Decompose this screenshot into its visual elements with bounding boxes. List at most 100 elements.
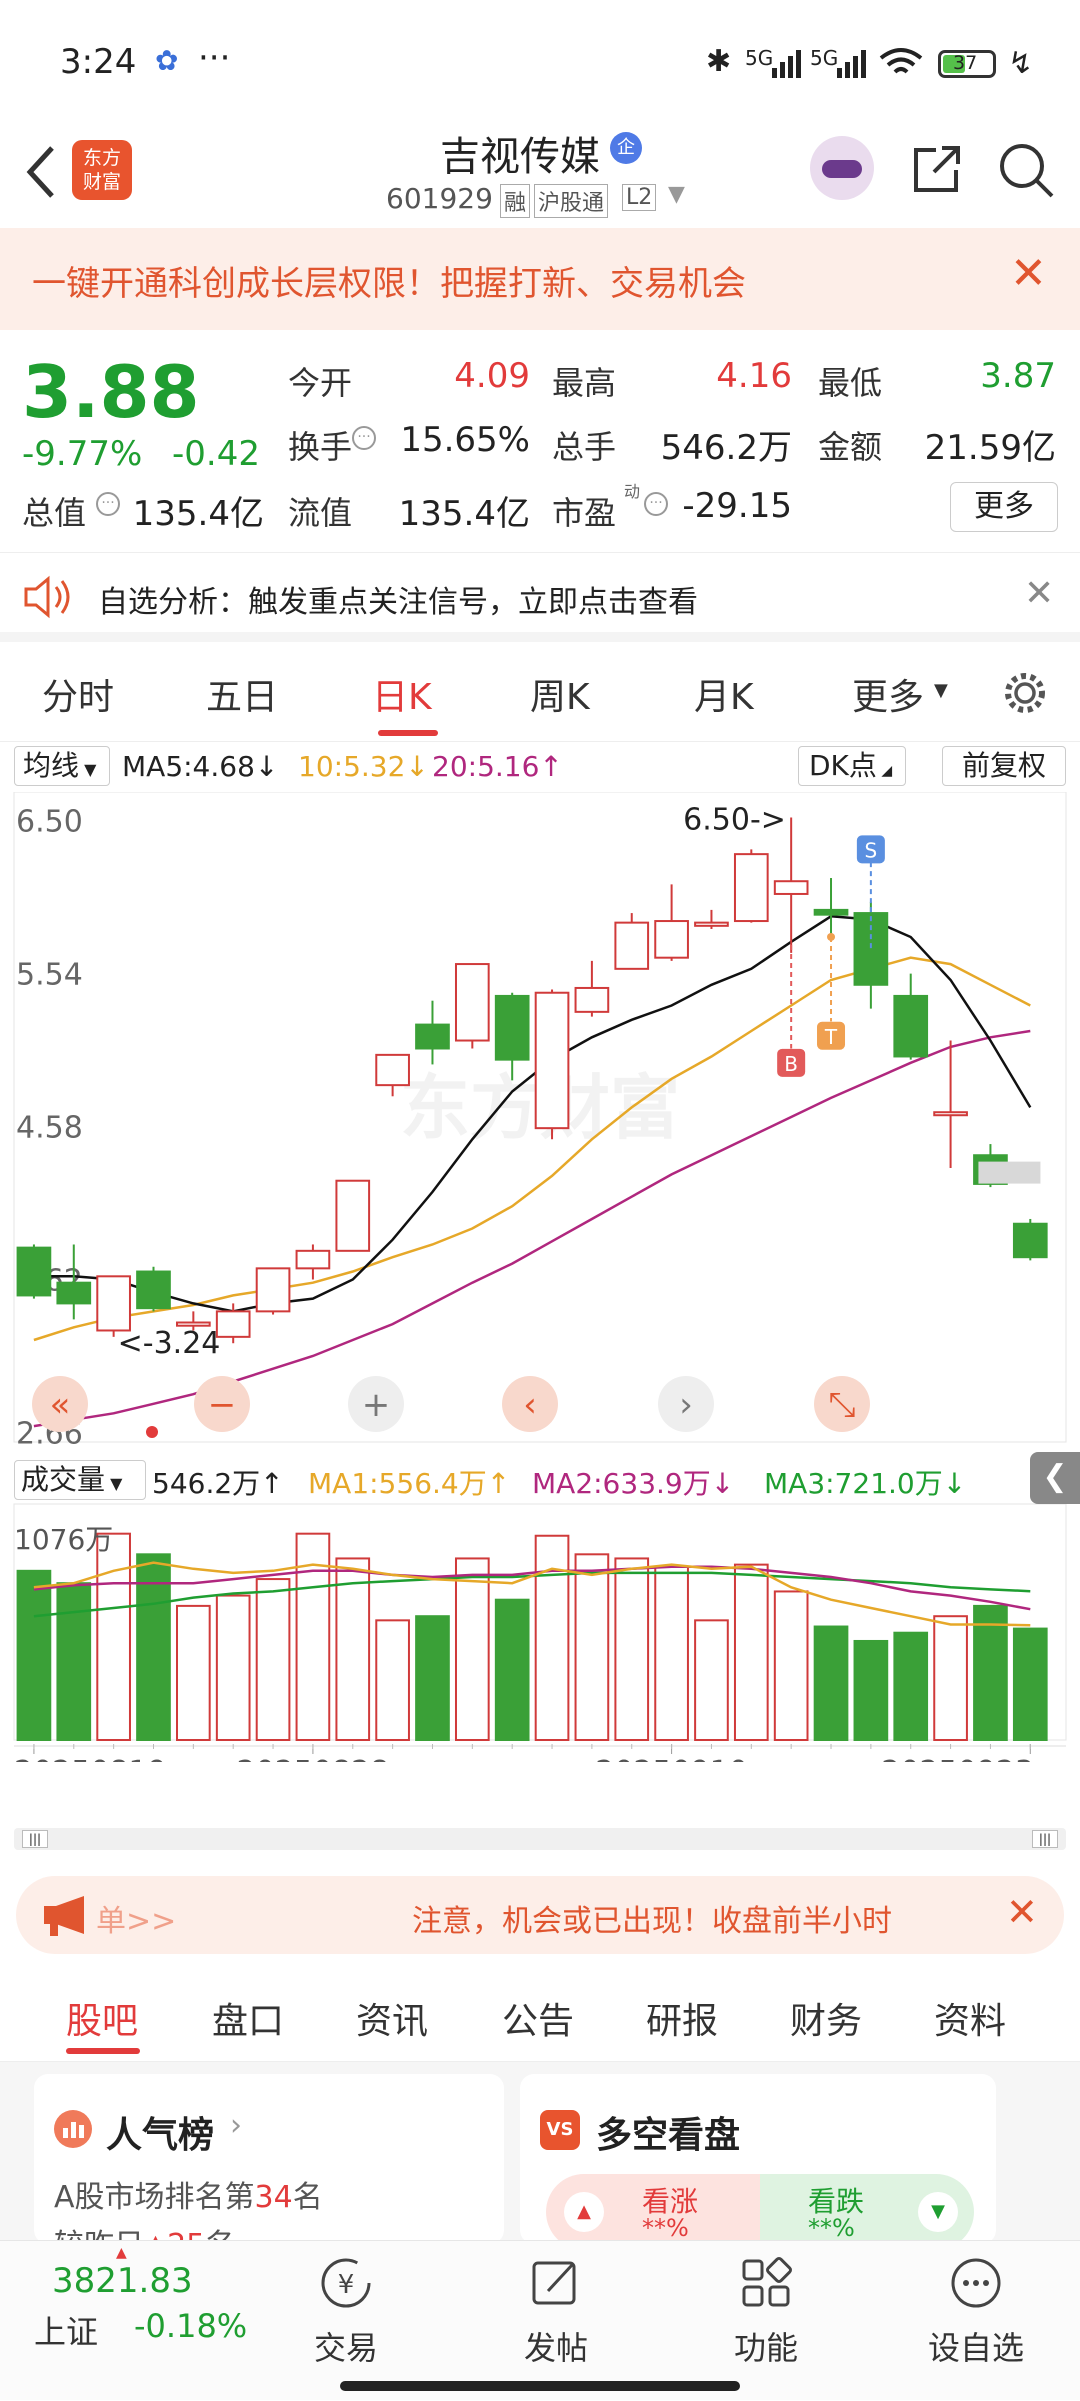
tab-orderbook[interactable]: 盘口 xyxy=(212,1992,284,2044)
volume-legend: 成交量 ▼ xyxy=(0,1458,160,1502)
current-marker xyxy=(978,1161,1041,1184)
nav-trade[interactable]: 交易 xyxy=(276,2323,416,2369)
bear-pct: **% xyxy=(808,2214,855,2242)
tab-forum[interactable]: 股吧 xyxy=(66,1992,138,2044)
volume-bar xyxy=(534,1534,570,1741)
dropdown-icon[interactable]: ▼ xyxy=(668,182,685,207)
tab-indicator xyxy=(66,2048,140,2054)
low-label: 最低 xyxy=(818,364,883,402)
tab-intraday[interactable]: 分时 xyxy=(42,668,114,720)
kline-chart-area[interactable]: 东方财富6.505.544.583.622.666.50-><-3.24BTS«… xyxy=(0,791,1080,1790)
speaker-icon xyxy=(24,575,70,619)
tab-weekly-k[interactable]: 周K xyxy=(530,668,590,720)
popularity-title: 人气榜 xyxy=(106,2115,215,2156)
volume-bar xyxy=(454,1557,490,1741)
trade-icon[interactable]: ¥ xyxy=(276,2255,416,2315)
nav-post[interactable]: 发帖 xyxy=(486,2323,626,2369)
long-short-title: 多空看盘 xyxy=(596,2115,741,2156)
sell-signal-text: S xyxy=(865,838,878,862)
scroll-handle-right[interactable]: ||| xyxy=(1032,1830,1058,1848)
bear-button[interactable]: 看跌 **% ▼ xyxy=(760,2174,974,2244)
volume-bar xyxy=(176,1604,211,1742)
volume-bar xyxy=(614,1557,650,1741)
x-tick-label: 20250828 xyxy=(237,1755,390,1762)
chevron-right-icon: › xyxy=(230,2108,242,2143)
close-icon[interactable]: ✕ xyxy=(1010,248,1047,299)
tab-research[interactable]: 研报 xyxy=(646,1992,718,2044)
post-icon[interactable] xyxy=(486,2255,626,2315)
tab-news[interactable]: 资讯 xyxy=(356,1992,428,2044)
candle-body xyxy=(454,963,490,1042)
add-watchlist-icon[interactable] xyxy=(906,2255,1046,2315)
scroll-handle-left[interactable]: ||| xyxy=(22,1830,48,1848)
tab-five-day[interactable]: 五日 xyxy=(206,668,278,720)
cards-area: 人气榜 › A股市场排名第34名 较昨日▲25名 VS 多空看盘 ▲ 看涨 **… xyxy=(0,2062,1080,2244)
share-icon[interactable] xyxy=(906,140,966,200)
t-dot xyxy=(827,932,836,941)
tab-announcements[interactable]: 公告 xyxy=(502,1992,574,2044)
tab-finance[interactable]: 财务 xyxy=(790,1992,862,2044)
total-cap-label: 总值 xyxy=(22,494,87,532)
dk-point-select[interactable]: DK点 ◢ xyxy=(798,746,906,786)
stock-code: 601929 xyxy=(386,182,493,215)
info-icon[interactable]: ··· xyxy=(644,492,668,516)
volume-value: 546.2万 xyxy=(660,428,792,468)
volume-bar xyxy=(215,1594,251,1742)
ma5-value: MA5:4.68↓ xyxy=(122,750,279,783)
collapse-panel-icon[interactable]: ❮ xyxy=(1030,1452,1080,1504)
candle-body xyxy=(733,853,769,923)
notice-ticker[interactable]: 单>> 注意，机会或已出现！收盘前半小时 ✕ xyxy=(16,1876,1064,1954)
promo-banner[interactable]: 一键开通科创成长层权限！把握打新、交易机会 ✕ xyxy=(0,228,1080,330)
volume-bar xyxy=(1012,1627,1048,1741)
tab-more[interactable]: 更多 xyxy=(852,668,924,720)
kline-chart[interactable]: 东方财富6.505.544.583.622.666.50-><-3.24BTS«… xyxy=(0,791,1080,1790)
back-icon[interactable] xyxy=(20,142,60,202)
position-dot xyxy=(146,1426,158,1438)
nav-function[interactable]: 功能 xyxy=(696,2323,836,2369)
info-icon[interactable]: ··· xyxy=(96,492,120,516)
close-icon[interactable]: ✕ xyxy=(1024,573,1054,614)
candle-body xyxy=(215,1310,251,1338)
candle-body xyxy=(534,991,570,1130)
candle-body xyxy=(494,994,530,1061)
volume-indicator-select[interactable]: 成交量 ▼ xyxy=(14,1460,146,1500)
candle-body xyxy=(96,1275,131,1332)
volume-current: 546.2万↑ xyxy=(152,1467,284,1500)
analysis-text: 自选分析：触发重点关注信号，立即点击查看 xyxy=(98,585,698,620)
tab-indicator xyxy=(378,730,438,736)
assistant-avatar[interactable] xyxy=(810,136,874,200)
close-icon[interactable]: ✕ xyxy=(1006,1890,1038,1934)
index-change: -0.18% xyxy=(134,2307,248,2345)
bull-button[interactable]: ▲ 看涨 **% xyxy=(546,2174,760,2244)
vol-ma3: MA3:721.0万↓ xyxy=(764,1467,967,1500)
volume-bar xyxy=(494,1598,530,1741)
svg-text:¥: ¥ xyxy=(338,2270,355,2300)
search-icon[interactable] xyxy=(996,140,1056,200)
indicator-select[interactable]: 均线 ▼ xyxy=(14,746,110,786)
watchlist-analysis-bar[interactable]: 自选分析：触发重点关注信号，立即点击查看 ✕ xyxy=(0,552,1080,642)
wifi-icon xyxy=(879,48,923,74)
tab-monthly-k[interactable]: 月K xyxy=(694,668,754,720)
banner-text: 一键开通科创成长层权限！把握打新、交易机会 xyxy=(32,264,746,304)
vol-ma1: MA1:556.4万↑ xyxy=(308,1467,511,1500)
change-percent: -9.77% xyxy=(22,434,143,474)
tab-profile[interactable]: 资料 xyxy=(934,1992,1006,2044)
vs-icon: VS xyxy=(540,2110,580,2150)
function-icon[interactable] xyxy=(696,2255,836,2315)
popularity-card[interactable]: 人气榜 › A股市场排名第34名 较昨日▲25名 xyxy=(34,2074,504,2244)
gear-icon[interactable] xyxy=(1000,668,1050,718)
tab-daily-k[interactable]: 日K xyxy=(372,668,432,720)
long-short-card[interactable]: VS 多空看盘 ▲ 看涨 **% 看跌 **% ▼ xyxy=(520,2074,996,2244)
signal-icon xyxy=(772,50,801,78)
index-widget[interactable]: ▲ 3821.83 上证 -0.18% xyxy=(0,2241,260,2401)
bluetooth-icon: ✱ xyxy=(706,44,732,79)
volume-top-label: 1076万 xyxy=(14,1523,114,1556)
nav-add-watchlist[interactable]: 设自选 xyxy=(906,2323,1046,2369)
more-button[interactable]: 更多 xyxy=(950,482,1058,532)
chart-scrollbar[interactable]: ||| ||| xyxy=(14,1828,1066,1850)
status-time: 3:24 xyxy=(60,42,137,82)
info-icon[interactable]: ··· xyxy=(352,426,376,450)
charging-icon: ↯ xyxy=(1008,46,1034,81)
adjust-select[interactable]: 前复权 xyxy=(942,746,1066,786)
candle-body xyxy=(694,921,729,927)
